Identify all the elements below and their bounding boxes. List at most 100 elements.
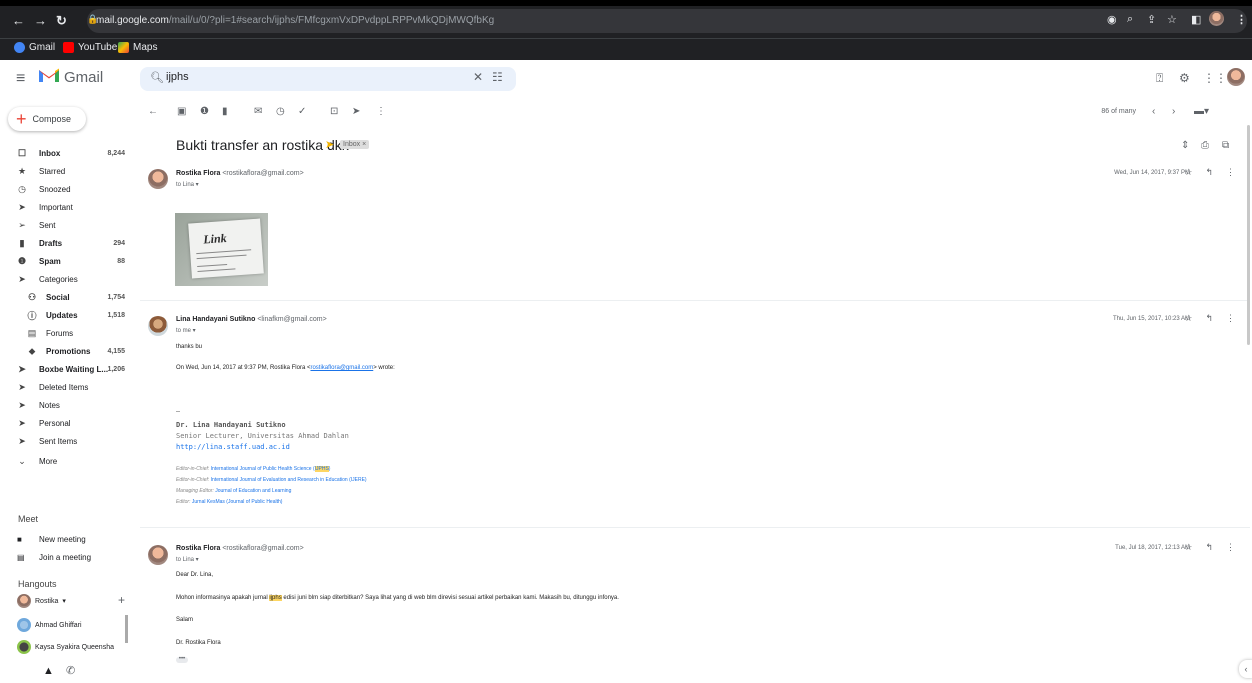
- search-options-icon[interactable]: ☷: [492, 70, 503, 84]
- star-icon[interactable]: ☆: [1184, 167, 1192, 178]
- attachment-thumbnail[interactable]: Link: [175, 213, 268, 286]
- account-avatar[interactable]: [1227, 68, 1245, 86]
- move-to-icon[interactable]: ⊡: [330, 106, 338, 117]
- important-icon: ➤: [18, 202, 26, 212]
- more-icon[interactable]: ⋮: [1226, 167, 1235, 178]
- thread-scrollbar[interactable]: [1247, 125, 1250, 345]
- phone-icon[interactable]: ✆: [66, 664, 75, 677]
- sender-avatar[interactable]: [148, 169, 168, 189]
- settings-gear-icon[interactable]: ⚙: [1179, 71, 1190, 85]
- sidebar-item-more[interactable]: ⌄ More: [0, 453, 130, 470]
- back-to-list-icon[interactable]: ←: [148, 106, 158, 117]
- help-icon[interactable]: ⍰: [1156, 71, 1163, 86]
- recipient-summary[interactable]: to me ▾: [176, 327, 196, 334]
- compose-button[interactable]: + Compose: [8, 107, 86, 131]
- expand-all-icon[interactable]: ⇕: [1181, 140, 1189, 151]
- apps-grid-icon[interactable]: ⋮⋮: [1203, 71, 1227, 85]
- person-icon[interactable]: ▲: [43, 665, 54, 677]
- message-actions: ☆ ↰ ⋮: [1184, 167, 1235, 178]
- sidebar-item-drafts[interactable]: ▮ Drafts 294: [0, 235, 130, 252]
- share-icon[interactable]: ⇪: [1147, 13, 1156, 26]
- search-icon[interactable]: 🔍︎: [150, 71, 164, 84]
- label-icon[interactable]: ➤: [352, 106, 360, 117]
- bookmark-maps[interactable]: Maps: [118, 42, 157, 53]
- sidepanel-icon[interactable]: ◧: [1191, 13, 1201, 26]
- sidebar-item-inbox[interactable]: ☐ Inbox 8,244: [0, 145, 130, 162]
- sidebar-item-personal[interactable]: ➤ Personal: [0, 415, 130, 432]
- profile-avatar[interactable]: [1209, 11, 1224, 26]
- hangouts-contact[interactable]: Kaysa Syakira Queensha: [17, 640, 114, 654]
- label-chip-inbox[interactable]: Inbox ×: [340, 140, 370, 149]
- bookmark-youtube[interactable]: YouTube: [63, 42, 117, 53]
- star-icon[interactable]: ☆: [1184, 542, 1192, 553]
- bookmark-star-icon[interactable]: ☆: [1167, 13, 1177, 26]
- older-icon[interactable]: ›: [1172, 106, 1175, 117]
- report-spam-icon[interactable]: ❶: [200, 106, 209, 117]
- clear-search-icon[interactable]: ✕: [473, 70, 483, 84]
- hangouts-contact[interactable]: Ahmad Ghiffari: [17, 618, 82, 632]
- sidebar-item-forums[interactable]: ▤ Forums: [0, 325, 130, 342]
- print-icon[interactable]: ⎙: [1201, 140, 1209, 151]
- sidebar-item-promotions[interactable]: ⬥ Promotions 4,155: [0, 343, 130, 360]
- sidebar-item-important[interactable]: ➤ Important: [0, 199, 130, 216]
- zoom-icon[interactable]: ⌕: [1127, 13, 1133, 26]
- reload-icon[interactable]: ↻: [56, 13, 67, 29]
- newer-icon[interactable]: ‹: [1152, 106, 1155, 117]
- important-marker-icon[interactable]: ➤: [325, 138, 334, 151]
- expand-side-panel-icon[interactable]: ‹: [1239, 660, 1252, 678]
- add-task-icon[interactable]: ✓: [298, 106, 306, 117]
- delete-icon[interactable]: ▮: [222, 106, 228, 117]
- contact-avatar: [17, 640, 31, 654]
- add-chat-icon[interactable]: +: [118, 593, 125, 607]
- archive-icon[interactable]: ▣: [177, 106, 186, 117]
- reply-icon[interactable]: ↰: [1205, 313, 1213, 324]
- reply-icon[interactable]: ↰: [1205, 542, 1213, 553]
- sidebar-item-sent[interactable]: ➢ Sent: [0, 217, 130, 234]
- recipient-summary[interactable]: to Lina ▾: [176, 181, 199, 188]
- sidebar-item-boxbe-waiting-l[interactable]: ➤ Boxbe Waiting L... 1,206: [0, 361, 130, 378]
- main-menu-icon[interactable]: ≡: [16, 70, 25, 88]
- snooze-icon[interactable]: ◷: [276, 106, 285, 117]
- reply-icon[interactable]: ↰: [1205, 167, 1213, 178]
- url-text[interactable]: mail.google.com/mail/u/0/?pli=1#search/i…: [96, 15, 494, 26]
- sidebar-item-count: 88: [117, 258, 125, 265]
- ijere-link[interactable]: International Journal of Evaluation and …: [211, 477, 367, 483]
- open-new-window-icon[interactable]: ⧉: [1222, 140, 1229, 151]
- star-icon[interactable]: ☆: [1184, 313, 1192, 324]
- more-icon[interactable]: ⋮: [1226, 542, 1235, 553]
- show-trimmed-icon[interactable]: •••: [176, 656, 188, 663]
- sidebar-item-notes[interactable]: ➤ Notes: [0, 397, 130, 414]
- sender-name[interactable]: Rostika Flora <rostikaflora@gmail.com>: [176, 170, 304, 177]
- website-link[interactable]: http://lina.staff.uad.ac.id: [176, 443, 290, 451]
- search-input[interactable]: [166, 71, 416, 83]
- sidebar-item-social[interactable]: ⚇ Social 1,754: [0, 289, 130, 306]
- sidebar-item-deleted-items[interactable]: ➤ Deleted Items: [0, 379, 130, 396]
- sender-name[interactable]: Rostika Flora <rostikaflora@gmail.com>: [176, 545, 304, 552]
- sender-avatar[interactable]: [148, 316, 168, 336]
- eye-icon[interactable]: ◉: [1107, 13, 1117, 26]
- input-tools-icon[interactable]: ▬▾: [1194, 106, 1209, 117]
- mark-unread-icon[interactable]: ✉: [254, 106, 262, 117]
- thread-subject: Bukti transfer an rostika dkk: [176, 137, 349, 153]
- jel-link[interactable]: Journal of Education and Learning: [215, 488, 291, 494]
- recipient-summary[interactable]: to Lina ▾: [176, 556, 199, 563]
- sidebar-item-snoozed[interactable]: ◷ Snoozed: [0, 181, 130, 198]
- bookmark-gmail[interactable]: Gmail: [14, 42, 55, 53]
- quote-email-link[interactable]: rostikaflora@gmail.com: [310, 365, 373, 371]
- forward-icon[interactable]: →: [34, 13, 47, 28]
- kesmas-link[interactable]: Jurnal KesMas (Journal of Public Health): [192, 499, 283, 505]
- sidebar-item-updates[interactable]: ⓘ Updates 1,518: [0, 307, 130, 324]
- sidebar-item-starred[interactable]: ★ Starred: [0, 163, 130, 180]
- sender-name[interactable]: Lina Handayani Sutikno <linafkm@gmail.co…: [176, 316, 327, 323]
- ijphs-link[interactable]: International Journal of Public Health S…: [211, 466, 330, 472]
- more-options-icon[interactable]: ⋮: [376, 106, 386, 117]
- back-icon[interactable]: ←: [12, 13, 25, 28]
- sidebar-item-spam[interactable]: ❶ Spam 88: [0, 253, 130, 270]
- hangouts-user[interactable]: Rostika ▾: [17, 594, 66, 608]
- sender-avatar[interactable]: [148, 545, 168, 565]
- chrome-menu-icon[interactable]: ⋮: [1236, 13, 1247, 26]
- sidebar-scrollbar[interactable]: [125, 615, 128, 643]
- more-icon[interactable]: ⋮: [1226, 313, 1235, 324]
- sidebar-item-sent-items[interactable]: ➤ Sent Items: [0, 433, 130, 450]
- sidebar-item-categories[interactable]: ➤ Categories: [0, 271, 130, 288]
